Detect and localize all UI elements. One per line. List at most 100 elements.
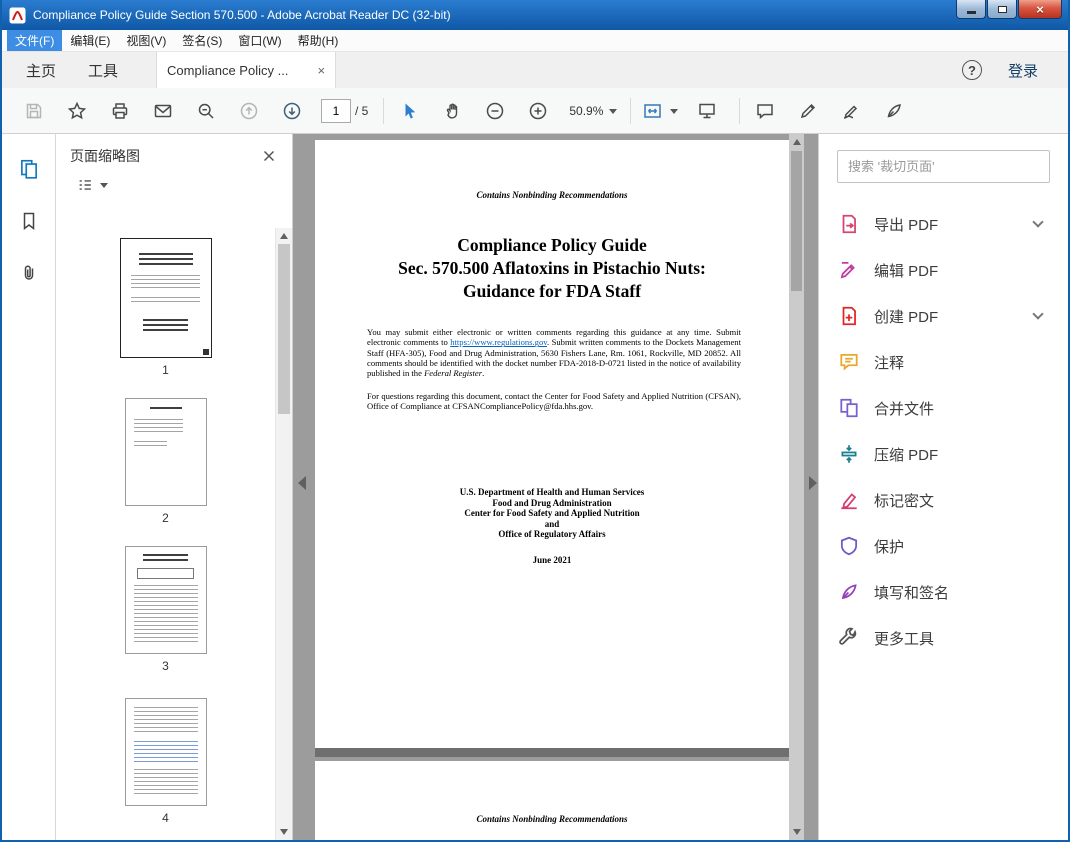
scroll-up-icon[interactable] bbox=[793, 139, 801, 145]
zoom-in-button[interactable] bbox=[520, 94, 556, 128]
tab-home[interactable]: 主页 bbox=[10, 52, 72, 88]
pen-nib-icon bbox=[887, 103, 902, 117]
zoom-level-dropdown[interactable]: 50.9% bbox=[563, 96, 623, 126]
menu-edit[interactable]: 编辑(E) bbox=[62, 30, 118, 51]
thumbnail-preview-box bbox=[136, 568, 195, 579]
regulations-gov-link[interactable]: https://www.regulations.gov bbox=[450, 337, 547, 347]
tool-more-tools[interactable]: 更多工具 bbox=[837, 615, 1050, 661]
toolbar: / 5 50.9% bbox=[2, 88, 1068, 134]
save-button[interactable] bbox=[16, 94, 52, 128]
marquee-zoom-button[interactable] bbox=[188, 94, 224, 128]
selection-tool-button[interactable] bbox=[391, 94, 427, 128]
scroll-down-icon[interactable] bbox=[280, 829, 288, 835]
thumbnail-preview-lines bbox=[133, 769, 198, 797]
thumbnail-preview bbox=[119, 238, 212, 358]
collapse-left-panel-icon[interactable] bbox=[298, 476, 306, 490]
thumbnail-preview bbox=[124, 398, 207, 506]
page-thumbnails-panel-button[interactable] bbox=[16, 156, 42, 182]
thumbnail-page-4[interactable]: 4 bbox=[56, 698, 275, 825]
help-button[interactable]: ? bbox=[961, 60, 982, 80]
tab-tools[interactable]: 工具 bbox=[72, 52, 134, 88]
tool-create-pdf[interactable]: 创建 PDF bbox=[837, 293, 1050, 339]
create-pdf-icon bbox=[837, 304, 861, 328]
previous-page-button[interactable] bbox=[231, 94, 267, 128]
page-number-input[interactable] bbox=[321, 98, 351, 123]
tool-combine-files[interactable]: 合并文件 bbox=[837, 385, 1050, 431]
panel-close-button[interactable] bbox=[262, 149, 276, 163]
redact-icon bbox=[837, 488, 861, 512]
toolbar-separator bbox=[630, 97, 632, 124]
comment-tool-button[interactable] bbox=[747, 94, 783, 128]
document-tab-label: Compliance Policy ... bbox=[167, 62, 289, 78]
thumbnail-page-3[interactable]: 3 bbox=[56, 546, 275, 673]
login-button[interactable]: 登录 bbox=[1008, 60, 1038, 81]
next-page-button[interactable] bbox=[274, 94, 310, 128]
tool-export-pdf[interactable]: 导出 PDF bbox=[837, 201, 1050, 247]
thumbnail-page-2[interactable]: 2 bbox=[56, 398, 275, 525]
tool-comment[interactable]: 注释 bbox=[837, 339, 1050, 385]
zoom-search-icon bbox=[198, 103, 214, 119]
tools-search-input[interactable] bbox=[837, 150, 1050, 183]
document-scrollbar[interactable] bbox=[789, 134, 804, 840]
compress-pdf-icon bbox=[837, 442, 861, 466]
fit-width-icon bbox=[644, 103, 662, 118]
options-list-icon bbox=[79, 180, 91, 190]
document-title-line2: Sec. 570.500 Aflatoxins in Pistachio Nut… bbox=[398, 258, 706, 278]
chevron-down-icon[interactable] bbox=[1032, 308, 1044, 320]
attachments-panel-button[interactable] bbox=[16, 260, 42, 286]
combine-files-icon bbox=[837, 396, 861, 420]
thumbnail-page-number: 1 bbox=[162, 363, 169, 377]
thumbnails-options-button[interactable] bbox=[56, 176, 292, 194]
tool-label: 填写和签名 bbox=[874, 584, 950, 602]
presentation-mode-button[interactable] bbox=[689, 94, 725, 128]
bookmarks-panel-button[interactable] bbox=[16, 208, 42, 234]
draw-tool-button[interactable] bbox=[790, 94, 826, 128]
thumbnails-icon bbox=[20, 159, 37, 179]
scroll-up-icon[interactable] bbox=[280, 233, 288, 239]
org-line: Office of Regulatory Affairs bbox=[498, 529, 606, 540]
presentation-icon bbox=[699, 103, 716, 118]
tool-redact[interactable]: 标记密文 bbox=[837, 477, 1050, 523]
thumbnail-preview-lines bbox=[133, 741, 198, 765]
tool-edit-pdf[interactable]: 编辑 PDF bbox=[837, 247, 1050, 293]
tool-label: 压缩 PDF bbox=[874, 446, 939, 464]
tool-protect[interactable]: 保护 bbox=[837, 523, 1050, 569]
fit-width-dropdown[interactable] bbox=[638, 94, 682, 128]
menu-help[interactable]: 帮助(H) bbox=[290, 30, 347, 51]
print-button[interactable] bbox=[102, 94, 138, 128]
fill-sign-tool-button[interactable] bbox=[876, 94, 912, 128]
sign-tool-button[interactable] bbox=[833, 94, 869, 128]
thumbnail-page-1[interactable]: 1 bbox=[56, 238, 275, 377]
federal-register-italic: Federal Register bbox=[424, 368, 483, 379]
tool-label: 创建 PDF bbox=[874, 308, 939, 326]
email-button[interactable] bbox=[145, 94, 181, 128]
tool-fill-sign[interactable]: 填写和签名 bbox=[837, 569, 1050, 615]
menu-file[interactable]: 文件(F) bbox=[7, 30, 63, 51]
tools-panel: 导出 PDF 编辑 PDF 创建 PDF bbox=[818, 134, 1068, 840]
protect-icon bbox=[837, 534, 861, 558]
expand-right-panel-icon[interactable] bbox=[809, 476, 817, 490]
tool-label: 合并文件 bbox=[874, 400, 935, 418]
scrollbar-thumb[interactable] bbox=[278, 244, 290, 414]
toolbar-separator bbox=[739, 97, 741, 124]
menu-view[interactable]: 视图(V) bbox=[118, 30, 174, 51]
thumbnail-scrollbar[interactable] bbox=[275, 228, 292, 840]
menu-window[interactable]: 窗口(W) bbox=[230, 30, 289, 51]
tool-compress-pdf[interactable]: 压缩 PDF bbox=[837, 431, 1050, 477]
maximize-button[interactable] bbox=[987, 0, 1017, 19]
tool-label: 保护 bbox=[874, 538, 905, 556]
close-button[interactable]: × bbox=[1018, 0, 1062, 19]
hand-tool-button[interactable] bbox=[434, 94, 470, 128]
thumbnail-preview-lines bbox=[149, 407, 182, 411]
bookmark-icon bbox=[23, 212, 34, 231]
favorites-button[interactable] bbox=[59, 94, 95, 128]
zoom-out-button[interactable] bbox=[477, 94, 513, 128]
tools-list: 导出 PDF 编辑 PDF 创建 PDF 注释 合并文件 压缩 PDF 标记密文… bbox=[837, 201, 1050, 661]
scrollbar-thumb[interactable] bbox=[791, 151, 802, 291]
chevron-down-icon[interactable] bbox=[1032, 216, 1044, 228]
scroll-down-icon[interactable] bbox=[793, 829, 801, 835]
menu-sign[interactable]: 签名(S) bbox=[174, 30, 230, 51]
minimize-button[interactable] bbox=[956, 0, 986, 19]
tab-close-icon[interactable]: × bbox=[317, 64, 325, 77]
document-tab[interactable]: Compliance Policy ... × bbox=[156, 52, 337, 88]
